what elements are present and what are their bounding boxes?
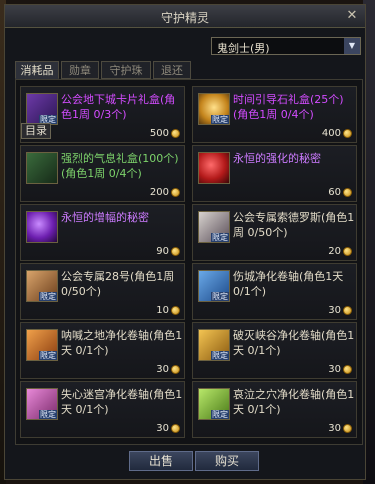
- tab-refund[interactable]: 退还: [153, 61, 191, 79]
- tab-guardian-beads[interactable]: 守护珠: [101, 61, 151, 79]
- guardian-spirit-window: 守护精灵 ✕ 鬼剑士(男) ▼ 消耗品 勋章 守护珠 退还 限定 公会地下城卡片礼…: [4, 4, 366, 480]
- item-price: 30: [156, 364, 180, 375]
- limited-badge: 限定: [39, 351, 57, 360]
- sodros-icon: 限定: [198, 211, 230, 243]
- lime-scroll-icon: 限定: [198, 388, 230, 420]
- price-value: 400: [321, 128, 341, 139]
- shop-item[interactable]: 永恒的强化的秘密 60: [192, 145, 357, 202]
- item-name: 永恒的增幅的秘密: [61, 211, 149, 224]
- clock-stone-box-icon: 限定: [198, 93, 230, 125]
- item-name: 失心迷宫净化卷轴(角色1天 0/1个): [61, 388, 183, 416]
- item-price: 500: [150, 128, 180, 139]
- item-name: 强烈的气息礼盒(100个)(角色1周 0/4个): [61, 152, 179, 180]
- close-icon: ✕: [346, 8, 358, 23]
- price-value: 10: [156, 305, 169, 316]
- item-price: 90: [156, 246, 180, 257]
- price-value: 30: [328, 364, 341, 375]
- tab-medals[interactable]: 勋章: [61, 61, 99, 79]
- chevron-down-icon[interactable]: ▼: [344, 38, 360, 54]
- gold-coin-icon: [343, 188, 352, 197]
- limited-badge: 限定: [211, 410, 229, 419]
- shop-item[interactable]: 限定 伤城净化卷轴(角色1天 0/1个) 30: [192, 263, 357, 320]
- limited-badge: 限定: [39, 292, 57, 301]
- tooltip: 目录: [21, 123, 51, 139]
- item-price: 10: [156, 305, 180, 316]
- limited-badge: 限定: [211, 115, 229, 124]
- item-name: 哀泣之穴净化卷轴(角色1天 0/1个): [233, 388, 355, 416]
- class-select[interactable]: 鬼剑士(男) ▼: [211, 37, 361, 55]
- price-value: 90: [156, 246, 169, 257]
- item-price: 60: [328, 187, 352, 198]
- limited-badge: 限定: [211, 233, 229, 242]
- action-bar: 出售 购买: [5, 443, 365, 479]
- purple-orb-icon: [26, 211, 58, 243]
- item-price: 30: [156, 423, 180, 434]
- gold-coin-icon: [171, 247, 180, 256]
- item-name: 呐喊之地净化卷轴(角色1天 0/1个): [61, 329, 183, 357]
- price-value: 30: [156, 423, 169, 434]
- item-price: 200: [150, 187, 180, 198]
- shop-item[interactable]: 限定 破灭峡谷净化卷轴(角色1天 0/1个) 30: [192, 322, 357, 379]
- close-button[interactable]: ✕: [345, 9, 359, 23]
- gold-coin-icon: [171, 188, 180, 197]
- pink-scroll-icon: 限定: [26, 388, 58, 420]
- price-value: 20: [328, 246, 341, 257]
- gold-coin-icon: [343, 247, 352, 256]
- gold-coin-icon: [171, 365, 180, 374]
- shop-item[interactable]: 强烈的气息礼盒(100个)(角色1周 0/4个) 200: [20, 145, 185, 202]
- shop-item[interactable]: 限定 呐喊之地净化卷轴(角色1天 0/1个) 30: [20, 322, 185, 379]
- gold-coin-icon: [171, 424, 180, 433]
- gold-coin-icon: [171, 306, 180, 315]
- price-value: 30: [328, 305, 341, 316]
- item-name: 时间引导石礼盒(25个)(角色1周 0/4个): [233, 93, 344, 121]
- item-price: 30: [328, 364, 352, 375]
- limited-badge: 限定: [39, 410, 57, 419]
- red-orb-icon: [198, 152, 230, 184]
- gold-coin-icon: [343, 365, 352, 374]
- tab-consumables[interactable]: 消耗品: [15, 61, 59, 79]
- item-price: 30: [328, 423, 352, 434]
- amber-scroll-icon: 限定: [198, 329, 230, 361]
- sell-button[interactable]: 出售: [129, 451, 193, 471]
- shop-item[interactable]: 限定 公会专属28号(角色1周 0/50个) 10: [20, 263, 185, 320]
- item-list-panel: 限定 公会地下城卡片礼盒(角色1周 0/3个) 500 限定 时间引导石礼盒(25个)(…: [15, 79, 363, 445]
- gold-coin-icon: [343, 306, 352, 315]
- shop-item[interactable]: 限定 时间引导石礼盒(25个)(角色1周 0/4个) 400: [192, 86, 357, 143]
- item-name: 破灭峡谷净化卷轴(角色1天 0/1个): [233, 329, 355, 357]
- shop-item[interactable]: 限定 哀泣之穴净化卷轴(角色1天 0/1个) 30: [192, 381, 357, 438]
- item-price: 30: [328, 305, 352, 316]
- item-price: 20: [328, 246, 352, 257]
- limited-badge: 限定: [211, 351, 229, 360]
- item-name: 公会专属28号(角色1周 0/50个): [61, 270, 175, 298]
- price-value: 200: [149, 187, 169, 198]
- item-name: 永恒的强化的秘密: [233, 152, 321, 165]
- gold-coin-icon: [343, 424, 352, 433]
- shop-item[interactable]: 限定 失心迷宫净化卷轴(角色1天 0/1个) 30: [20, 381, 185, 438]
- shop-item[interactable]: 限定 公会专属索德罗斯(角色1周 0/50个) 20: [192, 204, 357, 261]
- price-value: 60: [328, 187, 341, 198]
- item-name: 伤城净化卷轴(角色1天 0/1个): [233, 270, 344, 298]
- item-name: 公会专属索德罗斯(角色1周 0/50个): [233, 211, 355, 239]
- buy-button[interactable]: 购买: [195, 451, 259, 471]
- price-value: 30: [328, 423, 341, 434]
- item-name: 公会地下城卡片礼盒(角色1周 0/3个): [61, 93, 176, 121]
- class-select-value: 鬼剑士(男): [217, 42, 270, 55]
- item-price: 400: [322, 128, 352, 139]
- price-value: 30: [156, 364, 169, 375]
- title-bar[interactable]: 守护精灵 ✕: [5, 5, 365, 28]
- no28-icon: 限定: [26, 270, 58, 302]
- gold-coin-icon: [171, 129, 180, 138]
- purple-card-box-icon: 限定: [26, 93, 58, 125]
- limited-badge: 限定: [211, 292, 229, 301]
- green-aura-box-icon: [26, 152, 58, 184]
- shop-item[interactable]: 永恒的增幅的秘密 90: [20, 204, 185, 261]
- orange-scroll-icon: 限定: [26, 329, 58, 361]
- blue-scroll-icon: 限定: [198, 270, 230, 302]
- gold-coin-icon: [343, 129, 352, 138]
- window-title: 守护精灵: [160, 11, 209, 25]
- price-value: 500: [149, 128, 169, 139]
